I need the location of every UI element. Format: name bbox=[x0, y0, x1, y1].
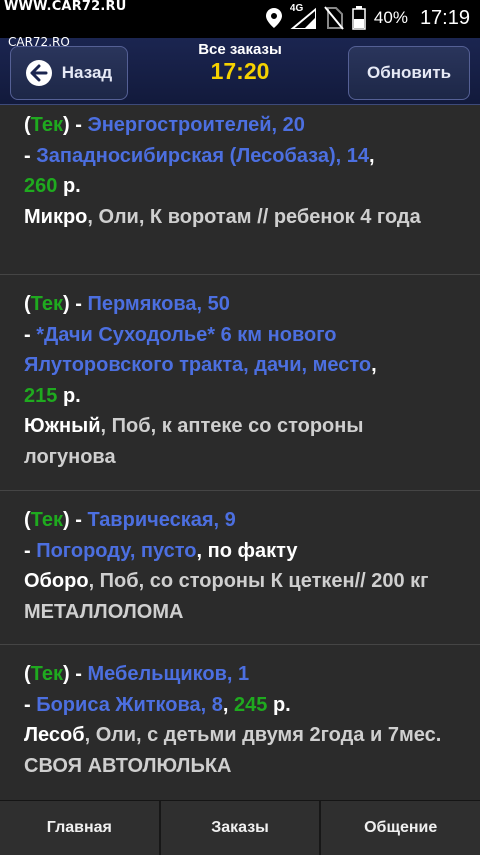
order-currency: р. bbox=[272, 693, 291, 716]
back-label: Назад bbox=[61, 63, 113, 82]
status-time: 17:19 bbox=[419, 6, 470, 29]
order-item[interactable]: (Тек) - Мебельщиков, 1 - Бориса Житкова,… bbox=[0, 645, 480, 800]
order-item[interactable]: (Тек) - Энергостроителей, 20 - Западноси… bbox=[0, 104, 480, 275]
order-price: 215 bbox=[24, 384, 58, 407]
order-from: Энергостроителей, 20 bbox=[87, 114, 305, 136]
battery-percent: 40% bbox=[373, 8, 408, 27]
order-tag: Тек bbox=[30, 114, 64, 136]
title-block: Все заказы 17:20 bbox=[150, 38, 330, 85]
order-to-extra: , по факту bbox=[196, 539, 298, 562]
tab-chat[interactable]: Общение bbox=[321, 801, 480, 855]
order-item[interactable]: (Тек) - Таврическая, 9 - Погороду, пусто… bbox=[0, 491, 480, 645]
order-note: , Оли, К воротам // ребенок 4 года bbox=[87, 205, 421, 228]
no-sim-icon bbox=[324, 6, 344, 30]
refresh-button[interactable]: Обновить bbox=[348, 46, 470, 100]
order-price: 260 bbox=[24, 175, 58, 197]
location-icon bbox=[265, 8, 282, 28]
order-note: , Оли, с детьми двумя 2года и 7мес. СВОЯ… bbox=[24, 724, 442, 777]
battery-icon bbox=[352, 6, 366, 30]
order-from: Пермякова, 50 bbox=[87, 293, 230, 315]
status-bar: WWW.CAR72.RU 4G 40% 17:19 bbox=[0, 0, 480, 38]
order-from: Мебельщиков, 1 bbox=[87, 663, 250, 685]
order-district: Оборо bbox=[24, 570, 89, 592]
clock: 17:20 bbox=[210, 58, 270, 84]
order-currency: р. bbox=[62, 175, 81, 197]
order-district: Лесоб bbox=[24, 724, 85, 746]
order-item[interactable]: (Тек) - Пермякова, 50 - *Дачи Суходолье*… bbox=[0, 275, 480, 491]
watermark-text: WWW.CAR72.RU bbox=[4, 0, 127, 14]
order-district: Микро bbox=[24, 205, 88, 228]
page-title: Все заказы bbox=[198, 41, 282, 58]
back-button[interactable]: Назад bbox=[10, 46, 128, 100]
back-arrow-icon bbox=[25, 60, 52, 86]
order-tag: Тек bbox=[30, 293, 64, 315]
order-to: Бориса Житкова, 8 bbox=[36, 693, 223, 716]
order-tag: Тек bbox=[30, 663, 64, 685]
tab-main[interactable]: Главная bbox=[0, 801, 161, 855]
order-to: Погороду, пусто bbox=[36, 539, 197, 562]
toolbar: CAR72.RO Назад Все заказы 17:20 Обновить bbox=[0, 35, 480, 105]
order-price: 245 bbox=[234, 693, 268, 716]
order-from: Таврическая, 9 bbox=[87, 509, 236, 531]
tab-orders[interactable]: Заказы bbox=[161, 801, 322, 855]
order-currency: р. bbox=[62, 384, 81, 407]
order-tag: Тек bbox=[30, 509, 64, 531]
order-to: Западносибирская (Лесобаза), 14 bbox=[36, 144, 370, 167]
orders-list[interactable]: (Тек) - Энергостроителей, 20 - Западноси… bbox=[0, 104, 480, 800]
order-to: *Дачи Суходолье* 6 км нового Ялуторовско… bbox=[24, 323, 372, 377]
network-type: 4G bbox=[289, 3, 317, 30]
order-district: Южный bbox=[24, 415, 101, 437]
status-icons: 4G 40% 17:19 bbox=[265, 3, 470, 30]
bottom-nav: Главная Заказы Общение bbox=[0, 800, 480, 855]
